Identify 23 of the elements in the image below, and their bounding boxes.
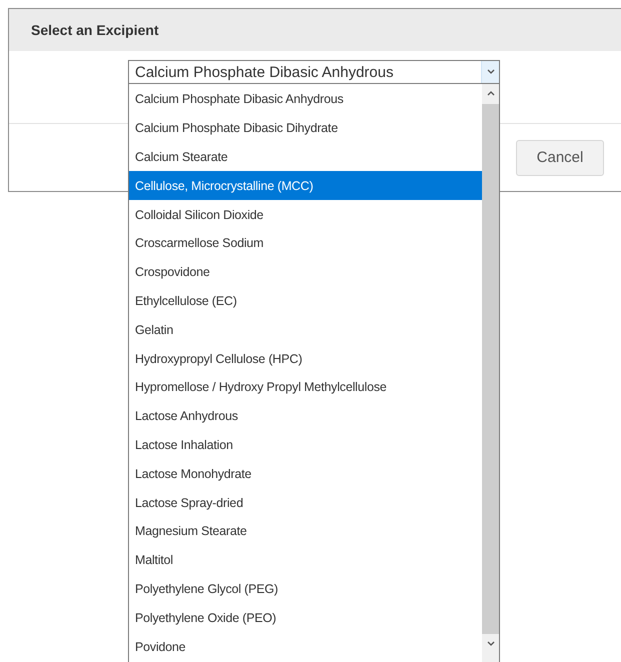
cancel-button[interactable]: Cancel bbox=[516, 140, 604, 176]
list-option[interactable]: Crospovidone bbox=[129, 258, 482, 287]
list-option[interactable]: Povidone bbox=[129, 632, 482, 661]
list-option[interactable]: Calcium Phosphate Dibasic Dihydrate bbox=[129, 114, 482, 143]
list-option[interactable]: Cellulose, Microcrystalline (MCC) bbox=[129, 171, 482, 200]
list-option[interactable]: Polyethylene Glycol (PEG) bbox=[129, 574, 482, 604]
excipient-dropdown[interactable]: Calcium Phosphate Dibasic Anhydrous bbox=[128, 60, 500, 84]
list-option[interactable]: Gelatin bbox=[129, 315, 482, 344]
list-option[interactable]: Lactose Anhydrous bbox=[129, 402, 482, 431]
dialog-title: Select an Excipient bbox=[31, 22, 159, 38]
list-option[interactable]: Lactose Inhalation bbox=[129, 430, 482, 460]
list-option[interactable]: Hypromellose / Hydroxy Propyl Methylcellulose bbox=[129, 372, 482, 402]
list-option[interactable]: Lactose Monohydrate bbox=[129, 459, 482, 488]
list-option[interactable]: Calcium Phosphate Dibasic Anhydrous bbox=[129, 85, 482, 114]
list-option[interactable]: Calcium Stearate bbox=[129, 142, 482, 172]
list-option[interactable]: Polyethylene Oxide (PEO) bbox=[129, 603, 482, 632]
list-option[interactable]: Croscarmellose Sodium bbox=[129, 228, 482, 258]
list-option[interactable]: Magnesium Stearate bbox=[129, 516, 482, 546]
list-option[interactable]: Lactose Spray-dried bbox=[129, 488, 482, 517]
list-option[interactable]: Maltitol bbox=[129, 546, 482, 575]
list-option[interactable]: Ethylcellulose (EC) bbox=[129, 286, 482, 316]
list-option[interactable]: Hydroxypropyl Cellulose (HPC) bbox=[129, 344, 482, 373]
list-option[interactable]: Colloidal Silicon Dioxide bbox=[129, 200, 482, 229]
